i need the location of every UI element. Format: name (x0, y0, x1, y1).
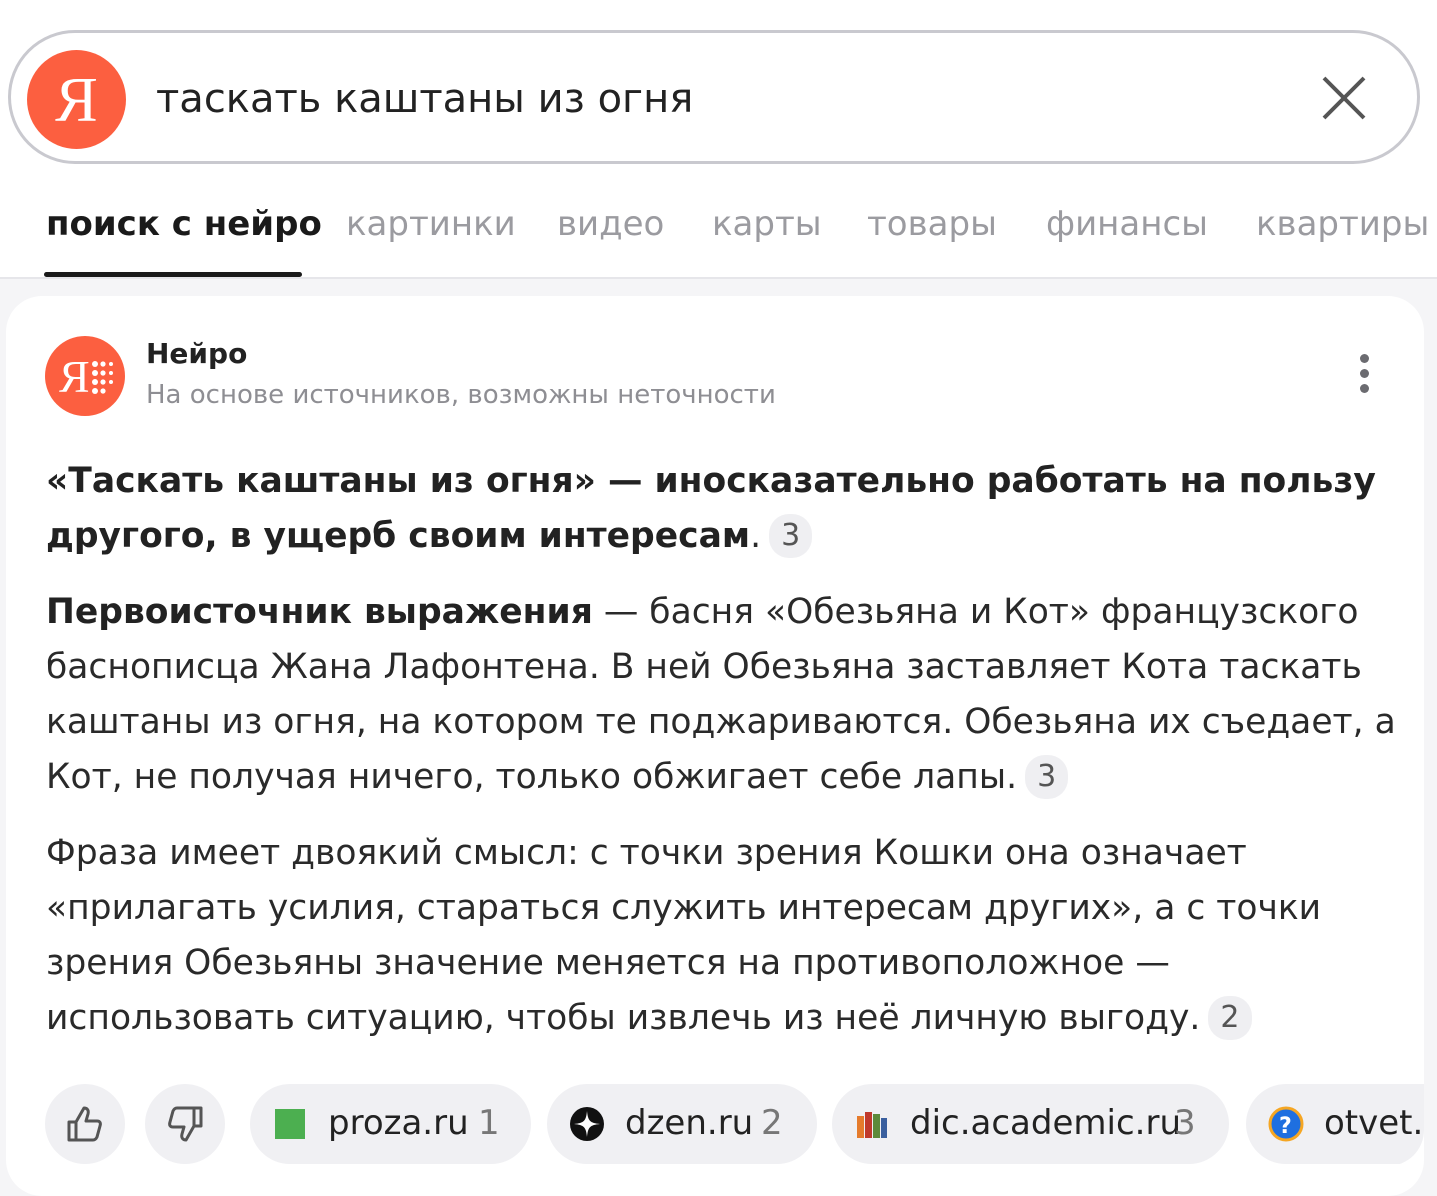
source-site: otvet.mail.ru (1324, 1103, 1424, 1143)
svg-text:?: ? (1279, 1114, 1292, 1139)
source-site: dzen.ru (625, 1103, 754, 1143)
answer-definition-end: . (750, 516, 762, 556)
answer-definition: «Таскать каштаны из огня» — иносказатель… (46, 461, 1376, 556)
citation-badge[interactable]: 3 (769, 514, 813, 558)
source-chip-dzen[interactable]: dzen.ru 2 (547, 1084, 817, 1164)
answer-paragraph-1: «Таскать каштаны из огня» — иносказатель… (46, 454, 1406, 564)
source-chip-otvet[interactable]: ? otvet.mail.ru (1246, 1084, 1424, 1164)
tab-images[interactable]: картинки (346, 200, 516, 248)
citation-badge[interactable]: 2 (1208, 996, 1252, 1040)
thumbs-down-icon (168, 1106, 203, 1142)
neuro-logo-icon: Я (45, 336, 125, 416)
kebab-menu-icon (1351, 354, 1377, 393)
like-button[interactable] (45, 1084, 125, 1164)
tab-finance[interactable]: финансы (1046, 200, 1208, 248)
search-tabs: поиск с нейро картинки видео карты товар… (0, 190, 1437, 278)
tab-video[interactable]: видео (557, 200, 664, 248)
close-icon (1322, 76, 1366, 120)
meaning-text: Фраза имеет двоякий смысл: с точки зрени… (46, 833, 1322, 1038)
source-number: 1 (478, 1103, 500, 1143)
svg-text:Я: Я (59, 351, 90, 402)
answer-paragraph-2: Первоисточник выражения — басня «Обезьян… (46, 585, 1406, 805)
question-icon: ? (1268, 1106, 1304, 1142)
answer-disclaimer: На основе источников, возможны неточност… (146, 380, 776, 410)
answer-source-name: Нейро (146, 337, 248, 370)
source-chip-proza[interactable]: proza.ru 1 (250, 1084, 531, 1164)
thumbs-up-icon (67, 1106, 102, 1142)
green-square-icon (275, 1109, 305, 1139)
feedback-and-sources-row: proza.ru 1 dzen.ru 2 dic.academic.ru 3 ?… (6, 1084, 1424, 1166)
source-site: proza.ru (328, 1103, 469, 1143)
source-chip-academic[interactable]: dic.academic.ru 3 (832, 1084, 1229, 1164)
books-icon (857, 1112, 887, 1138)
clear-search-button[interactable] (1319, 73, 1369, 123)
search-input[interactable]: таскать каштаны из огня (156, 71, 693, 127)
yandex-logo[interactable]: Я (27, 50, 126, 149)
source-number: 3 (1174, 1103, 1196, 1143)
tab-maps[interactable]: карты (712, 200, 822, 248)
header-divider (0, 277, 1437, 279)
answer-paragraph-3: Фраза имеет двоякий смысл: с точки зрени… (46, 826, 1406, 1046)
tab-neuro-search[interactable]: поиск с нейро (46, 200, 322, 248)
source-site: dic.academic.ru (910, 1103, 1181, 1143)
more-options-button[interactable] (1351, 354, 1377, 398)
header-area: Я таскать каштаны из огня поиск с нейро … (0, 0, 1437, 279)
citation-badge[interactable]: 3 (1025, 755, 1069, 799)
tab-apartments[interactable]: квартиры (1256, 200, 1429, 248)
search-bar[interactable]: Я таскать каштаны из огня (8, 30, 1420, 164)
dzen-star-icon (570, 1107, 604, 1141)
tab-products[interactable]: товары (867, 200, 997, 248)
source-number: 2 (761, 1103, 783, 1143)
neuro-answer-card: Я Нейро На основе источников, возможны н… (6, 296, 1424, 1196)
origin-heading: Первоисточник выражения (46, 592, 593, 632)
dislike-button[interactable] (145, 1084, 225, 1164)
